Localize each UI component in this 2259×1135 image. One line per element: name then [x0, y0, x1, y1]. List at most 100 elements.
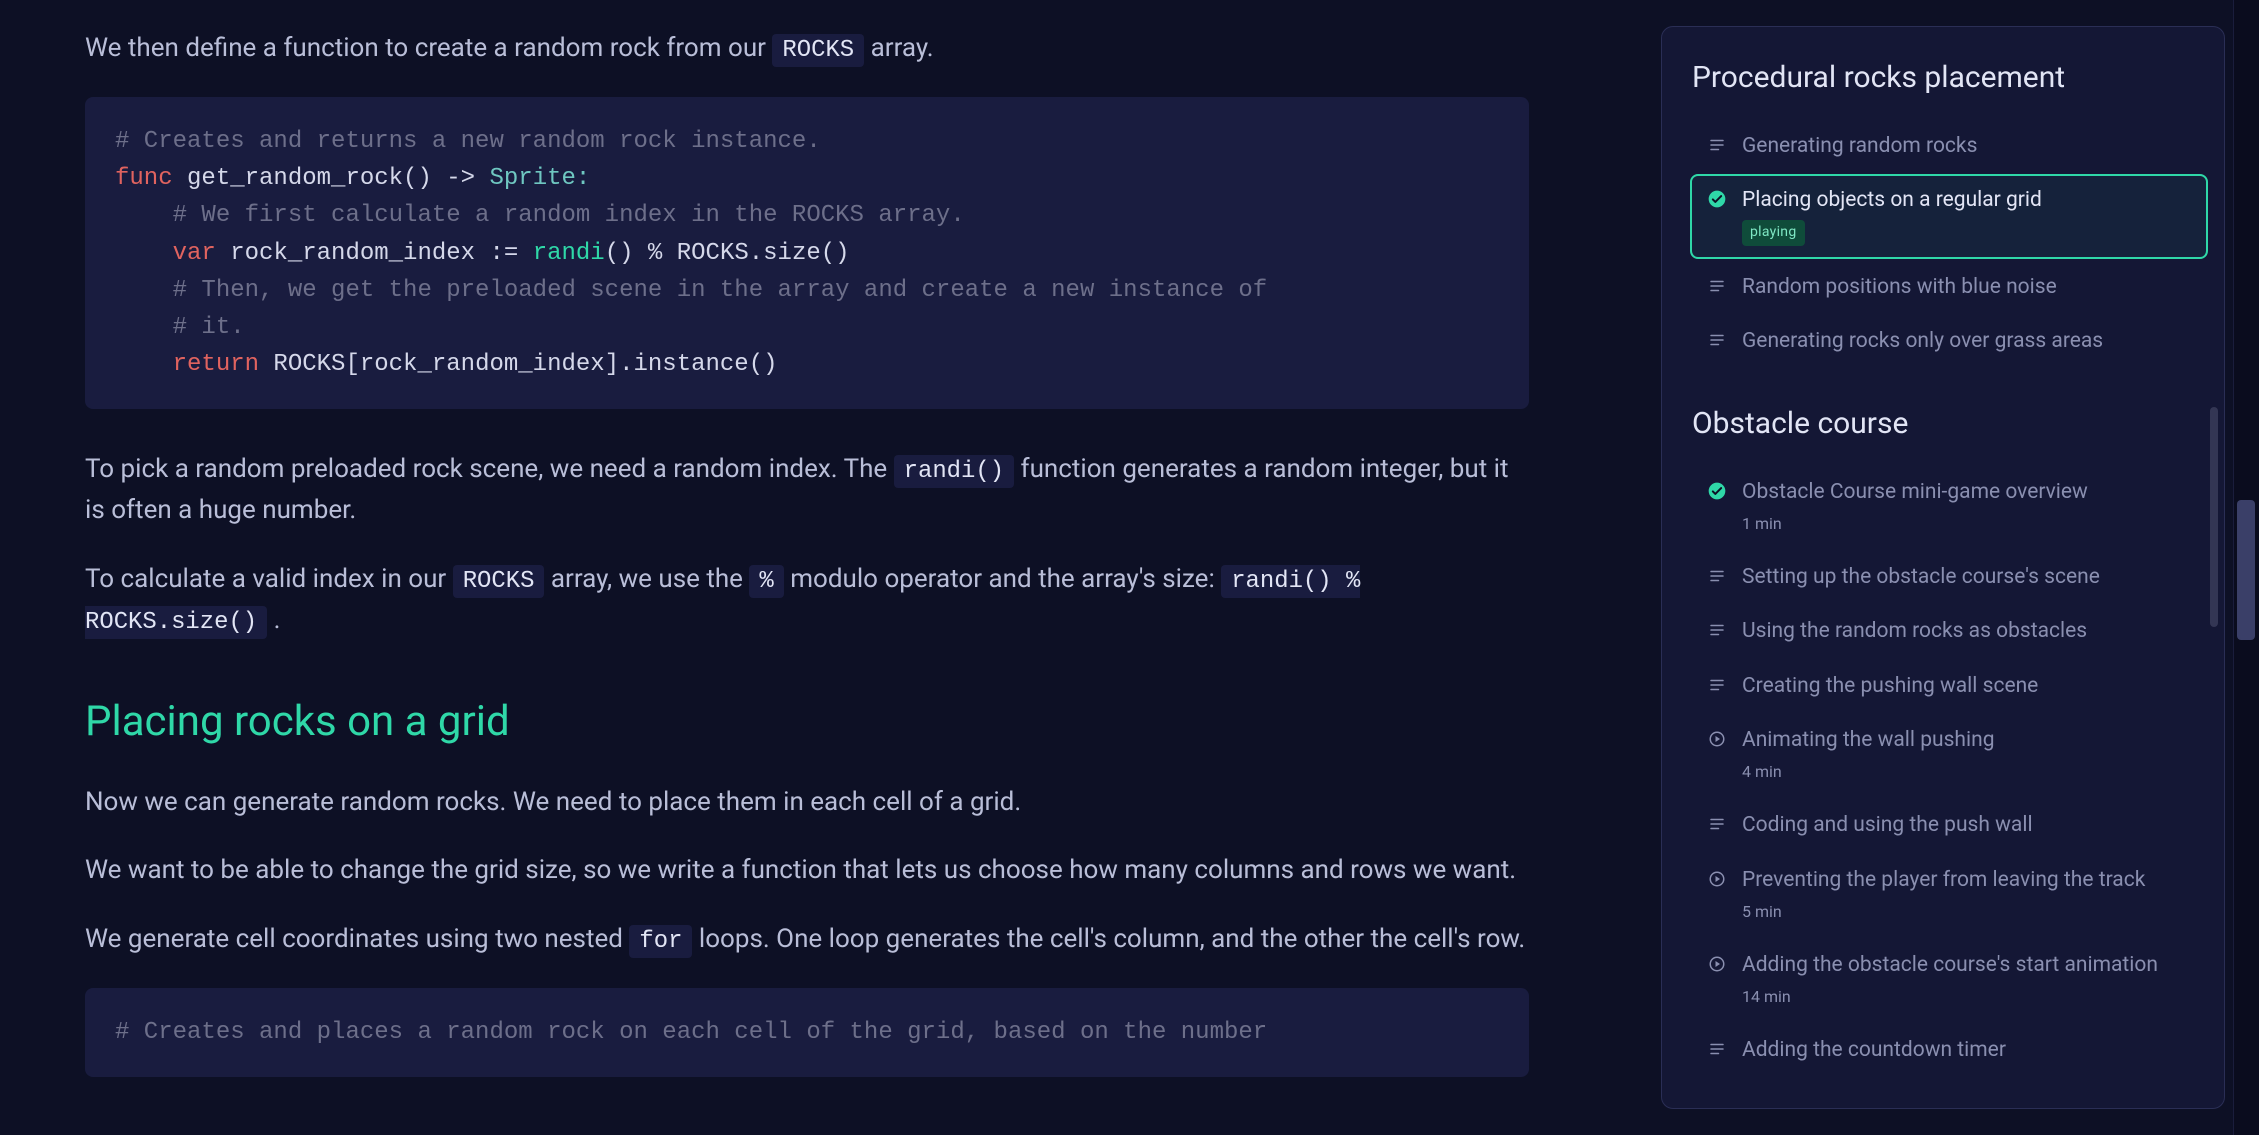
- toc-item-label-col: Coding and using the push wall: [1742, 811, 2192, 839]
- paragraph-grid-size: We want to be able to change the grid si…: [85, 850, 1529, 890]
- p6-prefix: We generate cell coordinates using two n…: [85, 924, 629, 954]
- toc-item-label: Preventing the player from leaving the t…: [1742, 866, 2192, 894]
- check-icon: [1706, 188, 1728, 210]
- toc-item[interactable]: Random positions with blue noise: [1690, 261, 2208, 313]
- toc-item-label-col: Creating the pushing wall scene: [1742, 672, 2192, 700]
- text-icon: [1706, 1038, 1728, 1060]
- toc-item-label: Generating rocks only over grass areas: [1742, 327, 2192, 355]
- toc-item-label: Obstacle Course mini-game overview: [1742, 478, 2192, 506]
- toc-item[interactable]: Using the random rocks as obstacles: [1690, 605, 2208, 657]
- text-icon: [1706, 813, 1728, 835]
- code-block-get-random-rock: # Creates and returns a new random rock …: [85, 97, 1529, 409]
- toc-item-label: Creating the pushing wall scene: [1742, 672, 2192, 700]
- toc-item-duration: 1 min: [1742, 512, 2192, 537]
- code-return-type: Sprite:: [475, 165, 590, 192]
- play-icon: [1706, 953, 1728, 975]
- toc-item[interactable]: Animating the wall pushing 4 min: [1690, 714, 2208, 797]
- toc-item-label-col: Placing objects on a regular grid playing: [1742, 186, 2192, 247]
- code-op-coloneq: :=: [489, 240, 518, 267]
- text-icon: [1706, 329, 1728, 351]
- inline-code-randi: randi(): [894, 455, 1014, 488]
- toc-item[interactable]: Coding and using the push wall: [1690, 799, 2208, 851]
- play-icon: [1706, 728, 1728, 750]
- code-rest: () % ROCKS.size(): [605, 240, 850, 267]
- code-call-randi: randi: [518, 240, 604, 267]
- toc-item-label: Using the random rocks as obstacles: [1742, 617, 2192, 645]
- paragraph-generate-rocks: Now we can generate random rocks. We nee…: [85, 782, 1529, 822]
- toc-panel: Procedural rocks placement Generating ra…: [1661, 26, 2225, 1109]
- toc-item[interactable]: Adding the obstacle course's start anima…: [1690, 939, 2208, 1022]
- code-rest: ROCKS[rock_random_index].instance(): [259, 351, 777, 378]
- toc-item[interactable]: Preventing the player from leaving the t…: [1690, 854, 2208, 937]
- lesson-content: We then define a function to create a ra…: [0, 0, 1639, 1135]
- page-scrollbar-track[interactable]: [2233, 0, 2259, 1135]
- code-keyword-func: func: [115, 165, 173, 192]
- toc-item-duration: 4 min: [1742, 760, 2192, 785]
- toc-item-label: Random positions with blue noise: [1742, 273, 2192, 301]
- toc-item[interactable]: Obstacle Course mini-game overview 1 min: [1690, 466, 2208, 549]
- text-icon: [1706, 619, 1728, 641]
- section-heading-placing-rocks: Placing rocks on a grid: [85, 689, 1529, 754]
- toc-item-label-col: Setting up the obstacle course's scene: [1742, 563, 2192, 591]
- toc-group: Procedural rocks placement Generating ra…: [1690, 55, 2208, 367]
- code-var-name: rock_random_index: [216, 240, 490, 267]
- page-scrollbar-thumb[interactable]: [2237, 500, 2255, 640]
- p3-mid: array, we use the: [551, 564, 750, 594]
- playing-badge: playing: [1742, 220, 1805, 246]
- p6-suffix: loops. One loop generates the cell's col…: [699, 924, 1525, 954]
- toc-scrollbar-thumb[interactable]: [2210, 407, 2218, 627]
- inline-code-percent: %: [749, 565, 783, 598]
- p3-prefix: To calculate a valid index in our: [85, 564, 453, 594]
- code-comment: # Creates and returns a new random rock …: [115, 128, 821, 155]
- toc-item-duration: 14 min: [1742, 985, 2192, 1010]
- toc-item-label: Coding and using the push wall: [1742, 811, 2192, 839]
- inline-code-rocks: ROCKS: [772, 34, 864, 67]
- paragraph-for-loops: We generate cell coordinates using two n…: [85, 919, 1529, 960]
- check-icon: [1706, 480, 1728, 502]
- p3-end: .: [274, 605, 281, 635]
- intro-partial-line: We then define a function to create a ra…: [85, 28, 1529, 69]
- toc-item-label-col: Using the random rocks as obstacles: [1742, 617, 2192, 645]
- toc-item-duration: 5 min: [1742, 900, 2192, 925]
- toc-item-label-col: Animating the wall pushing 4 min: [1742, 726, 2192, 785]
- code-keyword-var: var: [115, 240, 216, 267]
- code-comment: # Then, we get the preloaded scene in th…: [115, 277, 1267, 304]
- text-icon: [1706, 134, 1728, 156]
- toc-item-label-col: Generating random rocks: [1742, 132, 2192, 160]
- toc-item[interactable]: Generating random rocks: [1690, 120, 2208, 172]
- toc-item-label: Adding the countdown timer: [1742, 1036, 2192, 1064]
- text-icon: [1706, 275, 1728, 297]
- intro-partial-suffix: array.: [871, 33, 934, 63]
- toc-item-label-col: Generating rocks only over grass areas: [1742, 327, 2192, 355]
- toc-item[interactable]: Generating rocks only over grass areas: [1690, 315, 2208, 367]
- code-fn-name: get_random_rock(): [173, 165, 447, 192]
- toc-item[interactable]: Adding the countdown timer: [1690, 1024, 2208, 1076]
- toc-item-label: Setting up the obstacle course's scene: [1742, 563, 2192, 591]
- paragraph-modulo: To calculate a valid index in our ROCKS …: [85, 559, 1529, 641]
- code-comment: # Creates and places a random rock on ea…: [115, 1019, 1267, 1046]
- toc-item-label-col: Adding the obstacle course's start anima…: [1742, 951, 2192, 1010]
- intro-partial-prefix: We then define a function to create a ra…: [85, 33, 772, 63]
- toc-item-label: Placing objects on a regular grid: [1742, 186, 2192, 214]
- toc-group: Obstacle course Obstacle Course mini-gam…: [1690, 401, 2208, 1076]
- text-icon: [1706, 565, 1728, 587]
- code-comment: # it.: [115, 314, 245, 341]
- toc-group-title: Procedural rocks placement: [1692, 55, 2208, 102]
- toc-item-label: Animating the wall pushing: [1742, 726, 2192, 754]
- toc-item[interactable]: Creating the pushing wall scene: [1690, 660, 2208, 712]
- toc-item[interactable]: Setting up the obstacle course's scene: [1690, 551, 2208, 603]
- toc-item[interactable]: Placing objects on a regular grid playing: [1690, 174, 2208, 259]
- toc-item-label-col: Random positions with blue noise: [1742, 273, 2192, 301]
- toc-item-label-col: Obstacle Course mini-game overview 1 min: [1742, 478, 2192, 537]
- toc-item-label-col: Adding the countdown timer: [1742, 1036, 2192, 1064]
- code-arrow: ->: [446, 165, 475, 192]
- inline-code-for: for: [629, 925, 692, 958]
- inline-code-rocks-2: ROCKS: [453, 565, 545, 598]
- toc-item-label-col: Preventing the player from leaving the t…: [1742, 866, 2192, 925]
- toc-item-label: Adding the obstacle course's start anima…: [1742, 951, 2192, 979]
- code-block-grid-loop: # Creates and places a random rock on ea…: [85, 988, 1529, 1077]
- paragraph-randi: To pick a random preloaded rock scene, w…: [85, 449, 1529, 530]
- toc-item-label: Generating random rocks: [1742, 132, 2192, 160]
- course-sidebar: Procedural rocks placement Generating ra…: [1639, 0, 2259, 1135]
- p2-prefix: To pick a random preloaded rock scene, w…: [85, 454, 894, 484]
